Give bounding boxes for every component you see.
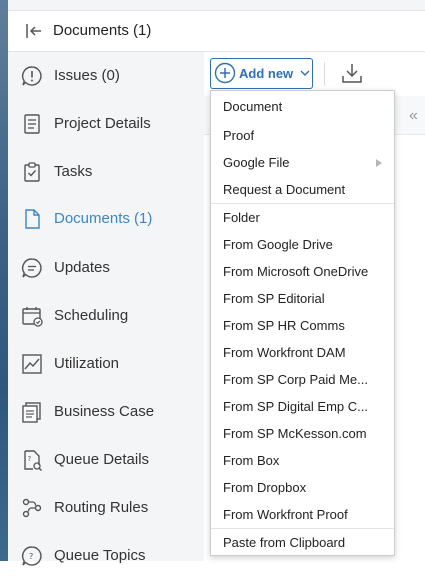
sidebar-item-utilization[interactable]: Utilization (8, 344, 204, 384)
sidebar-item-tasks[interactable]: Tasks (8, 152, 204, 192)
scheduling-icon (22, 307, 43, 327)
add-new-button[interactable]: Add new (210, 58, 313, 89)
menu-item-sp-corp-paid-media[interactable]: From SP Corp Paid Me... (211, 368, 394, 392)
menu-item-request-document[interactable]: Request a Document (211, 178, 394, 202)
sidebar-item-label: Routing Rules (54, 499, 149, 516)
tasks-icon (24, 162, 40, 182)
sidebar-item-label: Utilization (54, 355, 120, 372)
svg-text:?: ? (28, 455, 32, 463)
sidebar-item-routing-rules[interactable]: Routing Rules (8, 488, 204, 528)
sidebar-item-label: Tasks (54, 163, 93, 180)
menu-item-dropbox[interactable]: From Dropbox (211, 476, 394, 500)
plus-circle-icon (214, 62, 236, 84)
sidebar-item-label: Project Details (54, 115, 151, 132)
sidebar-item-label: Scheduling (54, 307, 129, 324)
menu-item-google-file[interactable]: Google File (211, 151, 394, 175)
menu-item-workfront-proof[interactable]: From Workfront Proof (211, 503, 394, 527)
menu-item-sp-hr-comms[interactable]: From SP HR Comms (211, 314, 394, 338)
sidebar-item-label: Updates (54, 259, 110, 276)
sidebar-item-label: Queue Topics (54, 547, 146, 564)
menu-item-box[interactable]: From Box (211, 449, 394, 473)
svg-text:?: ? (29, 552, 33, 561)
utilization-icon (22, 354, 42, 374)
menu-item-folder[interactable]: Folder (211, 206, 394, 230)
background-strip (0, 0, 8, 561)
sidebar-item-label: Documents (1) (54, 210, 153, 227)
sidebar-item-label: Queue Details (54, 451, 150, 468)
menu-divider (211, 528, 394, 529)
sidebar-item-project-details[interactable]: Project Details (8, 104, 204, 144)
menu-item-paste-clipboard[interactable]: Paste from Clipboard (211, 531, 394, 555)
issues-icon (21, 66, 42, 86)
sidebar-item-documents[interactable]: Documents (1) (8, 199, 204, 239)
updates-icon (21, 258, 42, 278)
sidebar-item-label: Business Case (54, 403, 155, 420)
business-case-icon (22, 402, 41, 423)
menu-item-sp-editorial[interactable]: From SP Editorial (211, 287, 394, 311)
collapse-panel-icon[interactable] (24, 21, 44, 41)
double-chevron-left-icon[interactable]: « (409, 107, 418, 125)
add-new-dropdown-menu: Document Proof Google File Request a Doc… (210, 90, 395, 556)
submenu-arrow-icon (376, 159, 382, 167)
sidebar-item-label: Issues (0) (54, 67, 120, 84)
queue-details-icon: ? (24, 450, 42, 471)
menu-divider (211, 203, 394, 204)
sidebar-item-business-case[interactable]: Business Case (8, 392, 204, 432)
menu-item-sp-digital-emp[interactable]: From SP Digital Emp C... (211, 395, 394, 419)
add-new-label: Add new (239, 66, 294, 81)
sidebar-item-issues[interactable]: Issues (0) (8, 56, 204, 96)
sidebar-item-queue-details[interactable]: ? Queue Details (8, 440, 204, 480)
menu-item-onedrive[interactable]: From Microsoft OneDrive (211, 260, 394, 284)
menu-item-proof[interactable]: Proof (211, 124, 394, 148)
panel-header: Documents (1) (8, 11, 425, 52)
chevron-down-icon (300, 70, 310, 76)
queue-topics-icon: ? (21, 546, 42, 566)
page-title: Documents (1) (53, 22, 152, 39)
sidebar-item-updates[interactable]: Updates (8, 248, 204, 288)
menu-item-google-drive[interactable]: From Google Drive (211, 233, 394, 257)
menu-item-document[interactable]: Document (211, 95, 394, 119)
documents-icon (25, 209, 40, 229)
download-icon[interactable] (340, 61, 364, 85)
menu-item-sp-mckesson[interactable]: From SP McKesson.com (211, 422, 394, 446)
sidebar-item-scheduling[interactable]: Scheduling (8, 296, 204, 336)
routing-rules-icon (22, 498, 42, 518)
project-details-icon (24, 114, 40, 134)
sidebar-item-queue-topics[interactable]: ? Queue Topics (8, 536, 204, 576)
toolbar-divider (324, 62, 325, 86)
menu-item-workfront-dam[interactable]: From Workfront DAM (211, 341, 394, 365)
